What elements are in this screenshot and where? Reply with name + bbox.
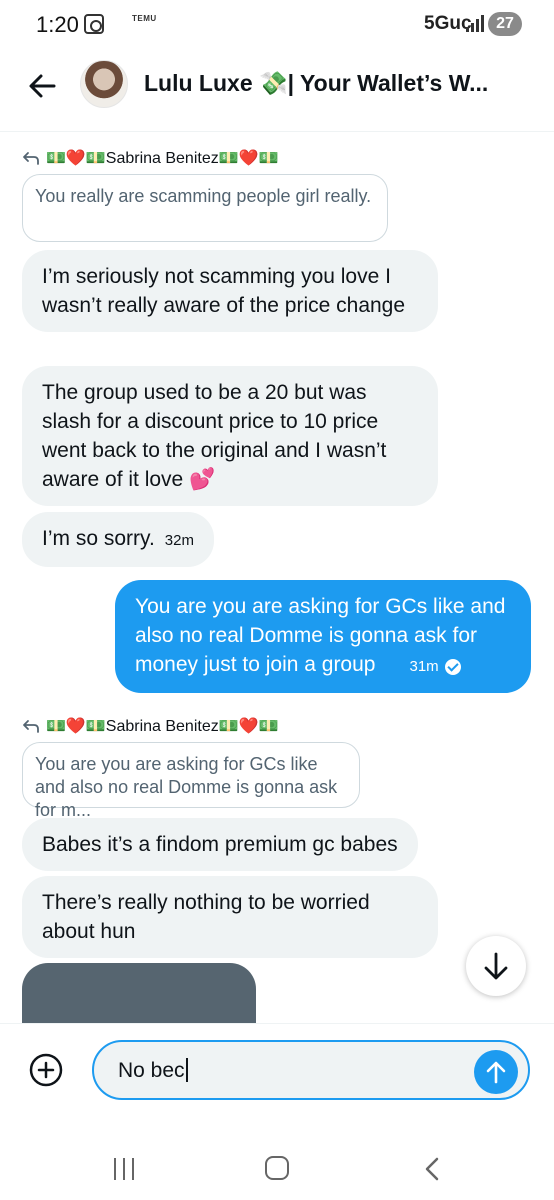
back-button[interactable] (24, 68, 60, 104)
temu-notification-icon: TEMU (132, 14, 157, 23)
header-divider (0, 131, 554, 132)
message-input[interactable]: No bec (92, 1040, 530, 1100)
message-bubble[interactable]: I’m so sorry. 32m (22, 512, 214, 567)
message-bubble[interactable]: Babes it’s a findom premium gc babes (22, 818, 418, 871)
conversation-title[interactable]: Lulu Luxe 💸| Your Wallet’s W... (144, 70, 544, 97)
avatar[interactable] (80, 60, 128, 108)
media-message[interactable] (22, 963, 256, 1023)
message-bubble[interactable]: I’m seriously not scamming you love I wa… (22, 250, 438, 332)
message-timestamp: 31m (409, 652, 461, 681)
message-timestamp: 32m (164, 532, 194, 549)
signal-icon (466, 14, 486, 32)
system-navigation-bar (0, 1130, 554, 1200)
reply-author: 💵❤️💵Sabrina Benitez💵❤️💵 (46, 718, 279, 735)
timestamp-text: 31m (409, 658, 439, 675)
chevron-left-icon (425, 1157, 439, 1181)
network-type: 5Guc (424, 13, 472, 34)
reply-arrow-icon (23, 720, 39, 733)
reply-arrow-icon (23, 152, 39, 165)
add-media-button[interactable] (28, 1052, 64, 1088)
reply-context: 💵❤️💵Sabrina Benitez💵❤️💵 (22, 716, 279, 736)
arrow-up-icon (486, 1061, 506, 1084)
read-check-icon (444, 658, 461, 675)
quoted-message[interactable]: You really are scamming people girl real… (22, 174, 388, 242)
recent-apps-button[interactable] (112, 1158, 136, 1180)
send-button[interactable] (474, 1050, 518, 1094)
reply-author: 💵❤️💵Sabrina Benitez💵❤️💵 (46, 150, 279, 167)
screenshot-icon (84, 14, 104, 34)
outgoing-message-bubble[interactable]: You are you are asking for GCs like and … (115, 580, 531, 693)
plus-circle-icon (29, 1053, 63, 1087)
message-bubble[interactable]: There’s really nothing to be worried abo… (22, 876, 438, 958)
composer-divider (0, 1023, 554, 1024)
arrow-left-icon (29, 74, 56, 98)
reply-context: 💵❤️💵Sabrina Benitez💵❤️💵 (22, 148, 279, 168)
status-bar: 1:20 TEMU 5Guc 27 (0, 0, 554, 50)
battery-indicator: 27 (488, 12, 522, 36)
home-button[interactable] (265, 1156, 289, 1180)
text-caret (185, 1058, 188, 1082)
quoted-message[interactable]: You are you are asking for GCs like and … (22, 742, 360, 820)
scroll-to-bottom-button[interactable] (466, 936, 526, 996)
status-time: 1:20 (36, 12, 79, 37)
system-back-button[interactable] (422, 1156, 442, 1182)
message-text: I’m so sorry. (42, 527, 155, 550)
input-value: No bec (118, 1059, 185, 1082)
conversation-header: Lulu Luxe 💸| Your Wallet’s W... (0, 50, 554, 122)
message-input-text[interactable]: No bec (118, 1058, 188, 1083)
message-bubble[interactable]: The group used to be a 20 but was slash … (22, 366, 438, 506)
arrow-down-icon (484, 952, 508, 980)
